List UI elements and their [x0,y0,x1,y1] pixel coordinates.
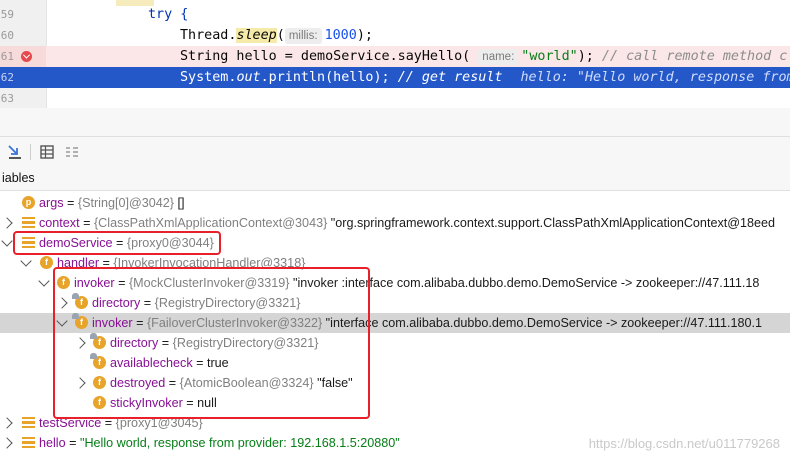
code-line-62: 62 System.out.println(hello); // get res… [0,67,790,88]
line-number: 60 [0,29,14,42]
line-number: 63 [0,92,14,105]
collapse-chevron-icon[interactable] [1,235,13,247]
parameter-icon: p [22,196,35,209]
tree-row-args[interactable]: p args = {String[0]@3042} [] [0,193,790,213]
variables-tree[interactable]: p args = {String[0]@3042} [] context = {… [0,191,790,462]
expand-chevron-icon[interactable] [1,437,13,449]
code-text: System.out.println(hello); // get result… [180,67,790,88]
annotation-box-demoservice [13,231,221,255]
watermark: https://blog.csdn.net/u011779268 [588,436,780,451]
table-view-icon[interactable] [38,143,56,161]
code-text: try { [148,7,189,22]
param-hint: name: [478,49,519,65]
code-text: Thread.sleep(millis: 1000); [180,28,373,44]
step-into-icon[interactable] [6,143,24,161]
code-line-61: 61 String hello = demoService.sayHello( … [0,46,790,67]
toolbar-divider [30,144,31,160]
field-icon: f [40,256,53,269]
panel-title: iables [2,171,35,185]
local-variable-icon [22,436,35,449]
collapse-chevron-icon[interactable] [38,275,50,287]
code-line-59: 59 try { [0,4,790,25]
code-text: String hello = demoService.sayHello( nam… [180,49,788,65]
tree-row-label: context = {ClassPathXmlApplicationContex… [39,216,776,230]
local-variable-icon [22,216,35,229]
param-hint: millis: [284,28,322,44]
tree-row-context[interactable]: context = {ClassPathXmlApplicationContex… [0,213,790,233]
panel-splitter[interactable] [0,108,790,136]
expand-chevron-icon[interactable] [1,217,13,229]
line-number: 62 [0,71,14,84]
annotation-box-invoker-chain [53,267,370,419]
line-number: 59 [0,8,14,21]
variables-panel-header: iables [0,167,790,191]
collapse-chevron-icon[interactable] [20,255,32,267]
debugger-toolbar [0,136,790,168]
layout-settings-icon[interactable] [63,143,81,161]
code-line-60: 60 Thread.sleep(millis: 1000); [0,25,790,46]
expand-chevron-icon[interactable] [1,417,13,429]
breakpoint-icon[interactable] [21,51,32,62]
line-number: 61 [0,50,14,63]
local-variable-icon [22,416,35,429]
code-line-63: 63 [0,88,790,108]
tree-row-label: hello = "Hello world, response from prov… [39,436,400,450]
tree-row-label: args = {String[0]@3042} [] [39,196,185,210]
inline-debug-value: hello: "Hello world, response from [520,70,790,85]
code-editor[interactable]: 59 try { 60 Thread.sleep(millis: 1000); 6… [0,0,790,108]
